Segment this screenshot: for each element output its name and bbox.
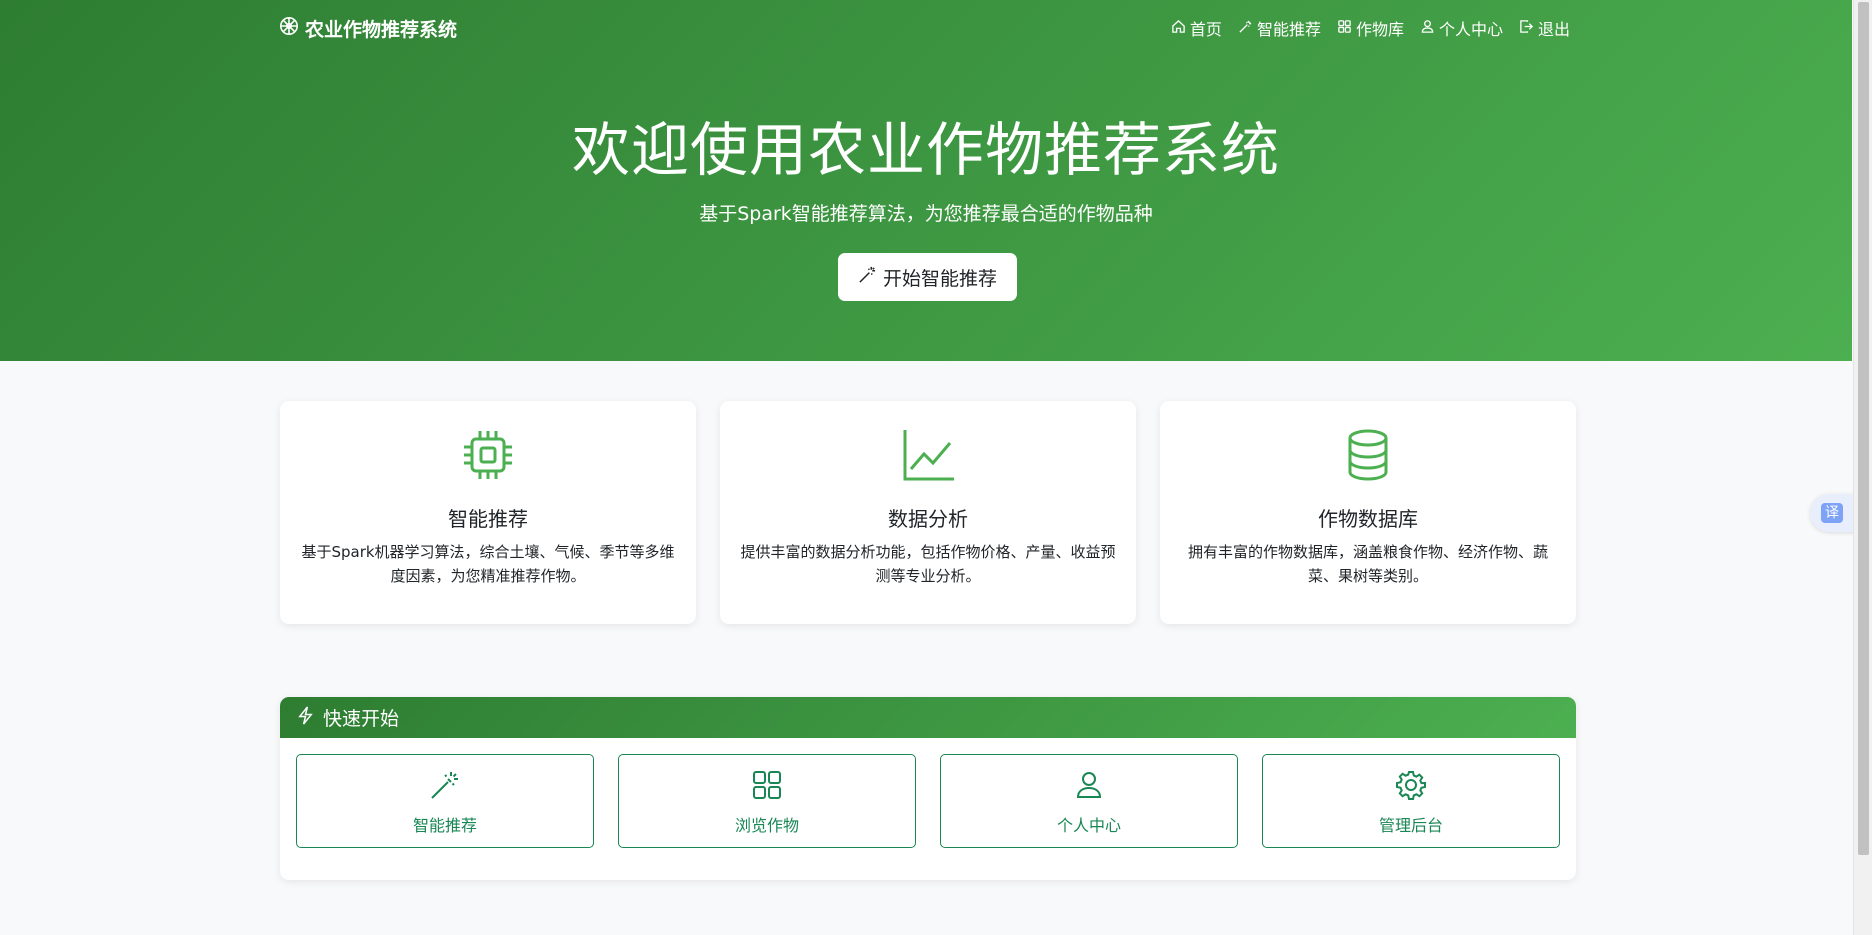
nav-item-crops[interactable]: 作物库 (1337, 16, 1404, 40)
magic-wand-icon (858, 265, 877, 289)
person-icon (941, 769, 1237, 801)
nav-item-label: 作物库 (1355, 20, 1404, 39)
logout-icon (1519, 19, 1534, 38)
quick-admin-button[interactable]: 管理后台 (1262, 754, 1560, 848)
nav-item-home[interactable]: 首页 (1171, 16, 1222, 40)
quick-button-label: 个人中心 (1056, 816, 1121, 835)
grid-icon (1337, 19, 1352, 38)
nav-item-recommend[interactable]: 智能推荐 (1238, 16, 1321, 40)
cpu-icon (280, 427, 696, 483)
quick-button-label: 管理后台 (1378, 816, 1443, 835)
feature-title: 数据分析 (888, 507, 968, 531)
feature-card-database: 作物数据库 拥有丰富的作物数据库，涵盖粮食作物、经济作物、蔬菜、果树等类别。 (1160, 401, 1576, 624)
translate-icon: 译 (1821, 503, 1843, 523)
magic-wand-icon (1238, 19, 1253, 38)
feature-card-analysis: 数据分析 提供丰富的数据分析功能，包括作物价格、产量、收益预测等专业分析。 (720, 401, 1136, 624)
magic-wand-icon (297, 769, 593, 801)
feature-title: 智能推荐 (448, 507, 528, 531)
nav-item-logout[interactable]: 退出 (1519, 16, 1570, 40)
line-chart-icon (720, 427, 1136, 483)
main-nav: 首页 智能推荐 作物库 个人中心 退出 (1171, 14, 1570, 42)
feature-card-recommend: 智能推荐 基于Spark机器学习算法，综合土壤、气候、季节等多维度因素，为您精准… (280, 401, 696, 624)
house-icon (1171, 19, 1186, 38)
nav-item-label: 首页 (1189, 20, 1222, 39)
feature-desc: 基于Spark机器学习算法，综合土壤、气候、季节等多维度因素，为您精准推荐作物。 (301, 543, 675, 585)
quick-start-title: 快速开始 (323, 708, 400, 730)
feature-desc: 拥有丰富的作物数据库，涵盖粮食作物、经济作物、蔬菜、果树等类别。 (1187, 543, 1548, 585)
brand-title: 农业作物推荐系统 (305, 18, 458, 41)
quick-button-label: 浏览作物 (734, 816, 799, 835)
start-recommend-button[interactable]: 开始智能推荐 (838, 253, 1017, 301)
nav-item-label: 智能推荐 (1256, 20, 1321, 39)
lightning-icon (296, 705, 315, 730)
person-icon (1420, 19, 1435, 38)
feature-desc: 提供丰富的数据分析功能，包括作物价格、产量、收益预测等专业分析。 (740, 543, 1116, 585)
quick-button-label: 智能推荐 (412, 816, 477, 835)
navbar: 农业作物推荐系统 首页 智能推荐 作物库 个人中心 退出 (0, 0, 1852, 56)
database-icon (1160, 427, 1576, 483)
nav-item-profile[interactable]: 个人中心 (1420, 16, 1503, 40)
flower-icon (279, 16, 299, 41)
quick-browse-button[interactable]: 浏览作物 (618, 754, 916, 848)
quick-start-header: 快速开始 (280, 697, 1576, 738)
vertical-scrollbar[interactable] (1853, 0, 1872, 935)
hero-title: 欢迎使用农业作物推荐系统 (571, 116, 1280, 184)
start-recommend-label: 开始智能推荐 (882, 267, 997, 290)
feature-title: 作物数据库 (1318, 507, 1418, 531)
nav-item-label: 退出 (1537, 20, 1570, 39)
grid-icon (619, 769, 915, 801)
quick-start-card: 快速开始 智能推荐 浏览作物 个人中心 管理后台 (280, 697, 1576, 880)
quick-profile-button[interactable]: 个人中心 (940, 754, 1238, 848)
nav-item-label: 个人中心 (1438, 20, 1503, 39)
scrollbar-thumb[interactable] (1858, 2, 1869, 855)
hero-subtitle: 基于Spark智能推荐算法，为您推荐最合适的作物品种 (699, 203, 1153, 225)
brand-link[interactable]: 农业作物推荐系统 (279, 14, 457, 42)
quick-recommend-button[interactable]: 智能推荐 (296, 754, 594, 848)
translate-widget[interactable]: 译 (1810, 494, 1858, 532)
hero-section: 农业作物推荐系统 首页 智能推荐 作物库 个人中心 退出 欢迎使用农业作物推荐系… (0, 0, 1852, 361)
gear-icon (1263, 769, 1559, 801)
